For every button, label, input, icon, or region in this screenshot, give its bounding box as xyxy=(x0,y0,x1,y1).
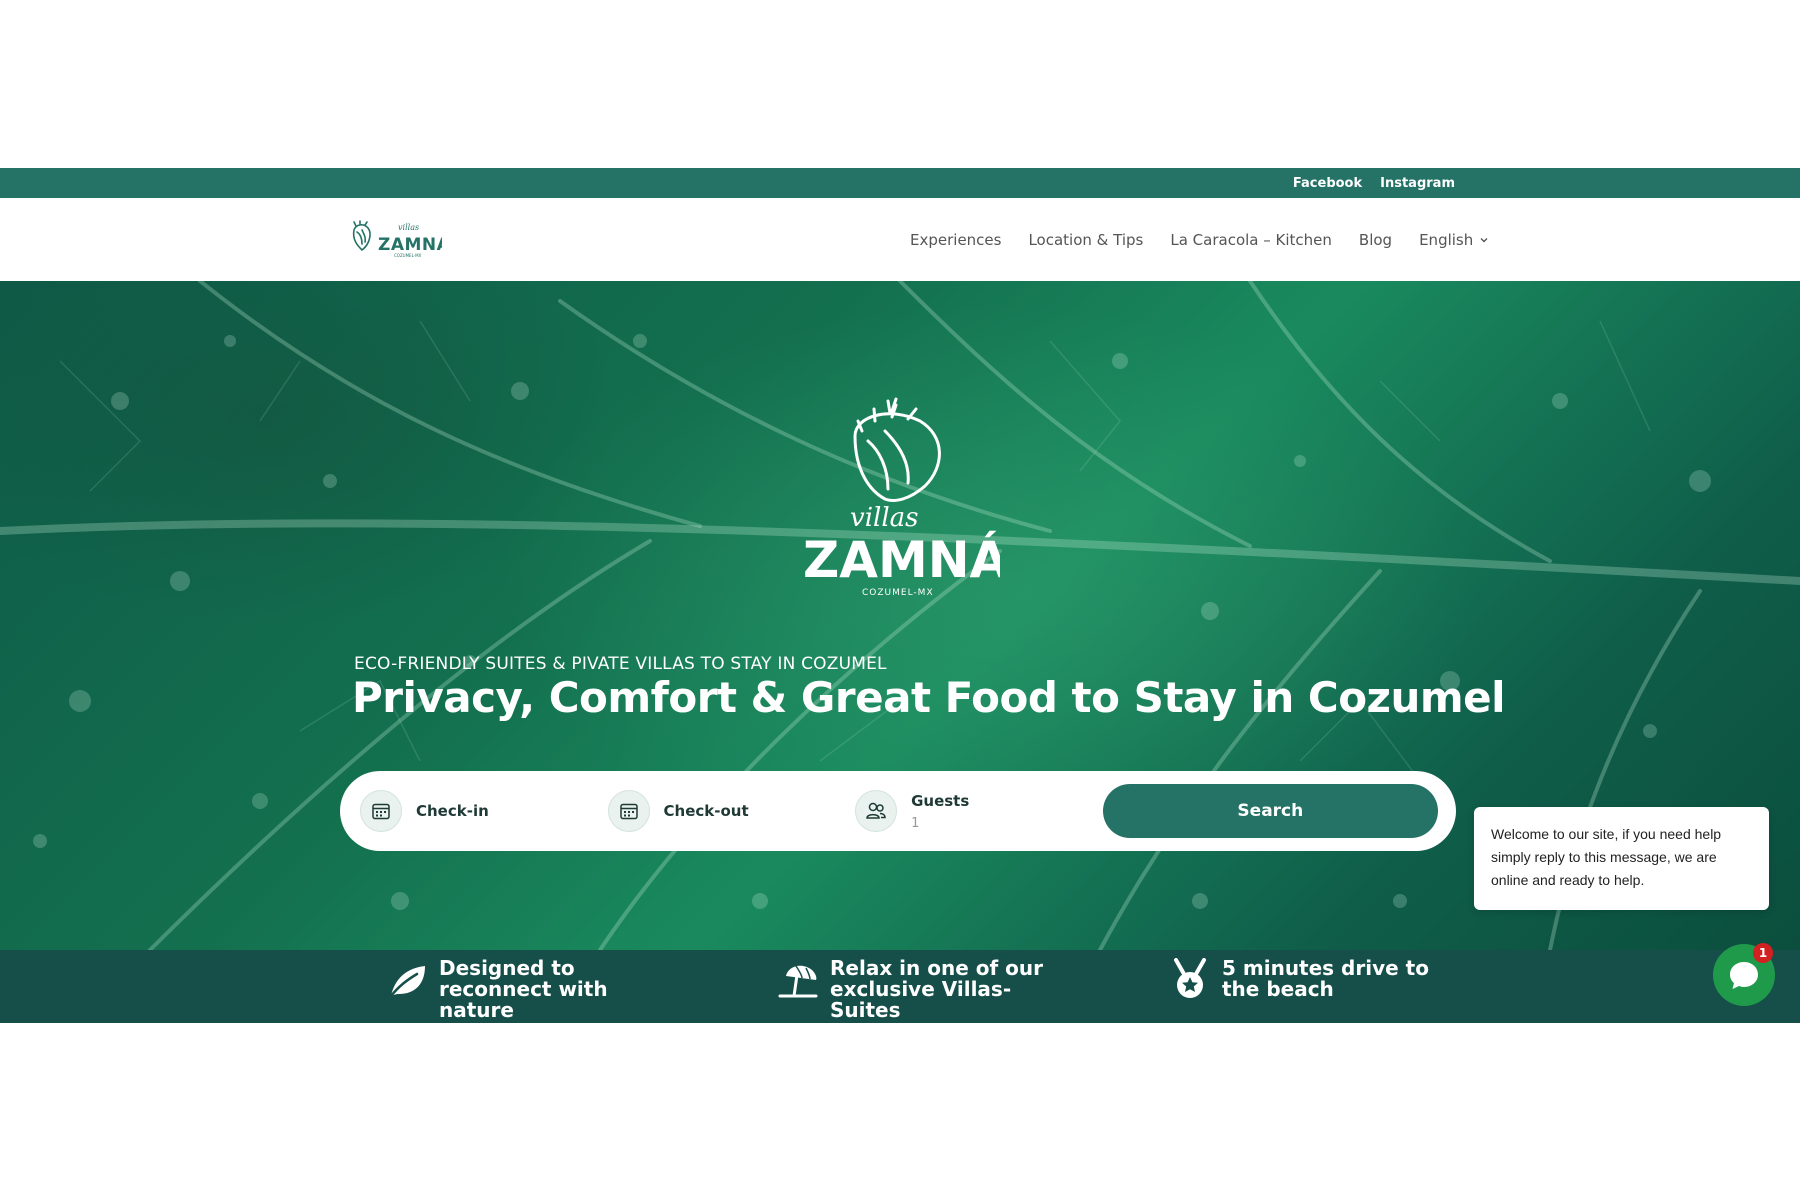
site-logo[interactable]: villas ZAMNÁ COZUMEL·MX xyxy=(348,220,442,260)
feature-villas: Relax in one of our exclusive Villas-Sui… xyxy=(776,954,1070,1021)
nav-blog[interactable]: Blog xyxy=(1359,231,1392,249)
main-nav: Experiences Location & Tips La Caracola … xyxy=(910,198,1489,281)
language-label: English xyxy=(1419,230,1474,249)
booking-bar: Check-in Check-out Guests 1 Search xyxy=(340,771,1456,851)
checkin-label: Check-in xyxy=(416,802,489,820)
beach-umbrella-icon xyxy=(778,965,818,998)
feature-beach-text: 5 minutes drive to the beach xyxy=(1222,956,1429,1001)
nav-la-caracola-kitchen[interactable]: La Caracola – Kitchen xyxy=(1170,231,1332,249)
feature-villas-text: Relax in one of our exclusive Villas-Sui… xyxy=(830,956,1043,1022)
search-button[interactable]: Search xyxy=(1102,784,1439,838)
chevron-down-icon xyxy=(1480,237,1488,242)
hero-logo: villas ZAMNÁ COZUMEL-MX xyxy=(803,397,1000,598)
hero-title: Privacy, Comfort & Great Food to Stay in… xyxy=(352,673,1506,722)
instagram-link[interactable]: Instagram xyxy=(1380,176,1455,191)
medal-icon xyxy=(1174,958,1206,998)
guests-field[interactable]: Guests 1 xyxy=(855,790,1103,832)
chat-welcome-message[interactable]: Welcome to our site, if you need help si… xyxy=(1474,807,1769,910)
guests-group: Guests 1 xyxy=(911,792,969,831)
language-selector[interactable]: English xyxy=(1419,231,1489,249)
checkin-field[interactable]: Check-in xyxy=(360,790,608,832)
users-icon xyxy=(855,790,898,832)
chat-bubble-icon xyxy=(1730,962,1758,989)
svg-text:ZAMNÁ: ZAMNÁ xyxy=(378,233,442,255)
feature-nature-text: Designed to reconnect with nature xyxy=(439,956,608,1022)
hero-logo-main: ZAMNÁ xyxy=(803,530,1000,589)
hero-logo-sub: COZUMEL-MX xyxy=(862,588,934,598)
facebook-link[interactable]: Facebook xyxy=(1293,176,1362,191)
checkout-label: Check-out xyxy=(663,802,749,820)
calendar-icon xyxy=(607,790,650,832)
calendar-icon xyxy=(360,790,402,832)
nav-experiences[interactable]: Experiences xyxy=(910,231,1001,249)
leaf-icon xyxy=(389,966,425,998)
feature-beach: 5 minutes drive to the beach xyxy=(1168,954,1462,1002)
features-strip: Designed to reconnect with nature Relax … xyxy=(0,950,1800,1023)
hero-logo-script: villas xyxy=(850,503,918,533)
nav-location-tips[interactable]: Location & Tips xyxy=(1028,231,1143,249)
checkout-field[interactable]: Check-out xyxy=(607,790,856,832)
site-header: villas ZAMNÁ COZUMEL·MX Experiences Loca… xyxy=(0,198,1800,281)
svg-text:COZUMEL·MX: COZUMEL·MX xyxy=(394,253,422,258)
social-bar: Facebook Instagram xyxy=(0,168,1800,198)
feature-nature: Designed to reconnect with nature xyxy=(385,954,679,1021)
guests-value[interactable]: 1 xyxy=(911,816,969,831)
chat-unread-badge: 1 xyxy=(1753,943,1773,963)
hero-kicker: ECO-FRIENDLY SUITES & PIVATE VILLAS TO S… xyxy=(354,654,887,674)
guests-label: Guests xyxy=(911,791,970,810)
svg-text:villas: villas xyxy=(398,223,419,232)
